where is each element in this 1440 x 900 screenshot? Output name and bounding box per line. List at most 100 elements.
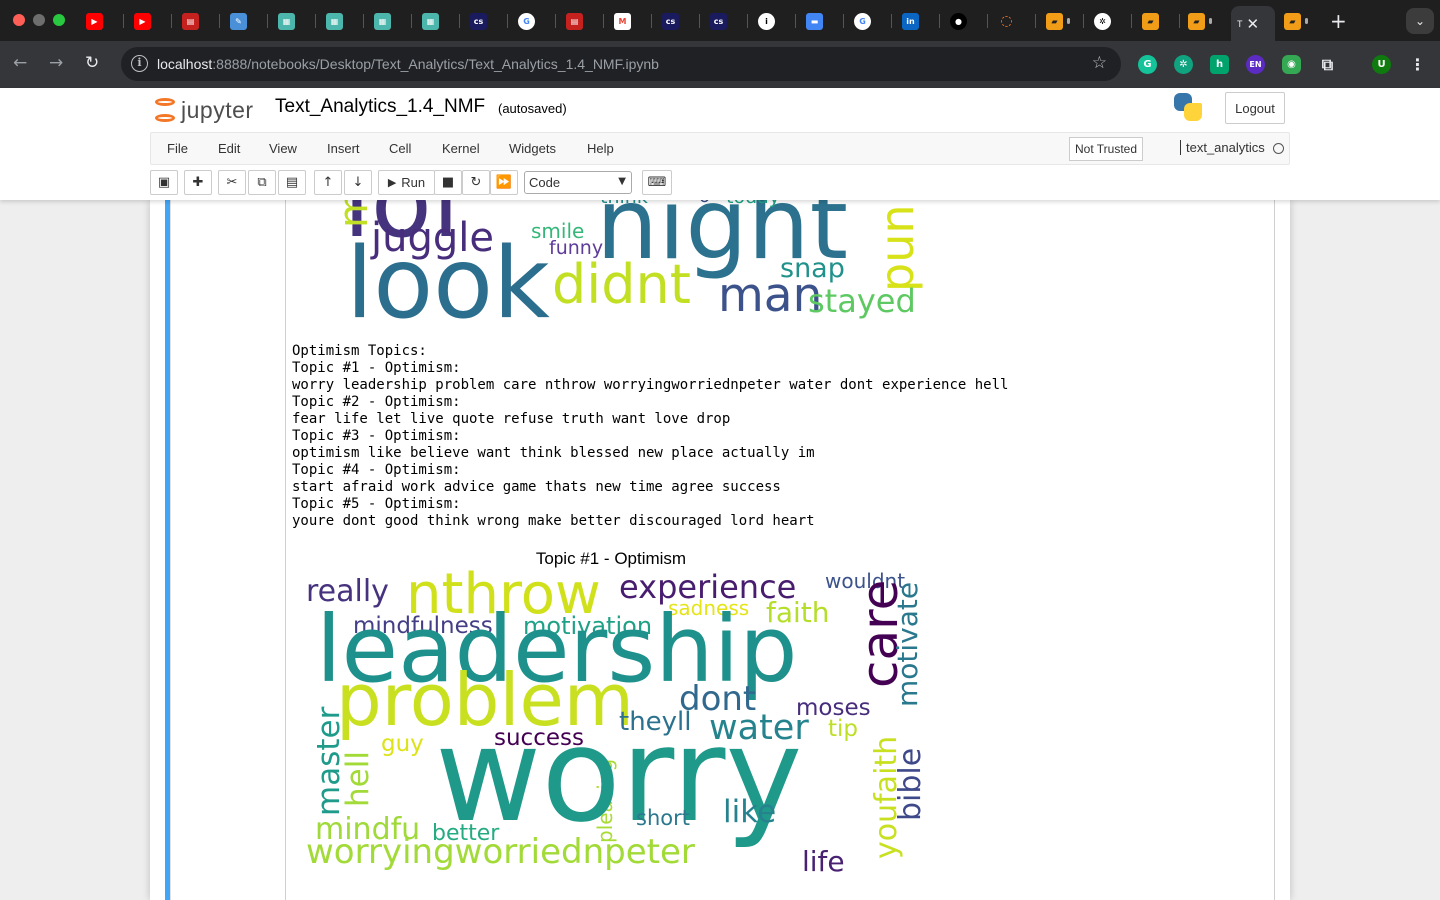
address-bar[interactable]: i localhost:8888/notebooks/Desktop/Text_… (121, 47, 1121, 81)
trust-status-button[interactable]: Not Trusted (1069, 137, 1144, 161)
tab-youtube-1[interactable]: ▶ (80, 8, 126, 34)
menu-kernel[interactable]: Kernel (442, 141, 480, 156)
gamepad-extension-icon[interactable]: ◉ (1282, 55, 1301, 74)
browser-tab-strip: ▶ ▶ ▤ ✎ ▦ ▦ ▦ ▦ cs G ▤ M cs cs i ▬ G in … (0, 0, 1440, 41)
tab-cs-2[interactable]: cs (656, 8, 702, 34)
menu-insert[interactable]: Insert (327, 141, 360, 156)
tab-qr-2[interactable]: ▦ (320, 8, 366, 34)
tab-active[interactable]: T ✕ (1231, 6, 1275, 41)
tab-cs-1[interactable]: cs (464, 8, 510, 34)
h-extension-icon[interactable]: h (1210, 55, 1229, 74)
url-text[interactable]: localhost:8888/notebooks/Desktop/Text_An… (157, 56, 659, 72)
tab-linkedin[interactable]: in (896, 8, 942, 34)
menu-cell[interactable]: Cell (389, 141, 411, 156)
jupyter-brand-text: jupyter (181, 96, 254, 123)
tab-qr-1[interactable]: ▦ (272, 8, 318, 34)
save-icon[interactable]: ▣ (150, 170, 178, 195)
copy-icon[interactable]: ⧉ (248, 170, 276, 195)
tab-notebook-3[interactable]: ▰ (1182, 8, 1228, 34)
kernel-idle-indicator-icon (1273, 143, 1284, 154)
tab-paint[interactable]: ✎ (224, 8, 270, 34)
move-down-icon[interactable]: ↓ (344, 170, 372, 195)
cell-type-select[interactable]: Code ▼ (524, 171, 632, 194)
menu-view[interactable]: View (269, 141, 297, 156)
run-button[interactable]: ▶ Run (378, 170, 435, 195)
tab-notebook-1[interactable]: ▰ (1040, 8, 1086, 34)
tab-pdf-2[interactable]: ▤ (560, 8, 606, 34)
bookmark-star-icon[interactable]: ☆ (1092, 53, 1107, 73)
wordcloud-word: life (802, 845, 845, 878)
cut-icon[interactable]: ✂ (218, 170, 246, 195)
tab-search-chevron-icon[interactable]: ⌄ (1406, 8, 1434, 34)
restart-run-all-icon[interactable]: ⏩ (490, 170, 518, 195)
tab-pdf-1[interactable]: ▤ (176, 8, 222, 34)
tab-google-1[interactable]: G (512, 8, 558, 34)
reload-icon[interactable]: ↻ (85, 53, 99, 73)
chatgpt-extension-icon[interactable]: ✲ (1174, 55, 1193, 74)
restart-icon[interactable]: ↻ (462, 170, 490, 195)
tab-github[interactable]: ● (944, 8, 990, 34)
insert-cell-icon[interactable]: ✚ (184, 170, 212, 195)
tab-cs-3[interactable]: cs (704, 8, 750, 34)
menu-help[interactable]: Help (587, 141, 614, 156)
jupyter-header: jupyter Text_Analytics_1.4_NMF (autosave… (0, 88, 1440, 200)
jupyter-logo[interactable]: jupyter (153, 93, 254, 127)
tab-notebook-2[interactable]: ▰ (1136, 8, 1182, 34)
cell-type-value: Code (529, 175, 561, 190)
tab-youtube-2[interactable]: ▶ (128, 8, 174, 34)
wordcloud-title: Topic #1 - Optimism (535, 549, 687, 568)
tab-openai[interactable]: ✲ (1088, 8, 1134, 34)
tab-info[interactable]: i (752, 8, 798, 34)
tab-docs[interactable]: ▬ (800, 8, 846, 34)
wordcloud-word: short (636, 806, 690, 830)
keyboard-shortcuts-icon[interactable]: ⌨ (642, 170, 672, 195)
move-up-icon[interactable]: ↑ (314, 170, 342, 195)
menu-edit[interactable]: Edit (218, 141, 240, 156)
pdf-icon: ▤ (566, 12, 583, 30)
tab-notebook-4[interactable]: ▰ (1278, 8, 1324, 34)
grammarly-icon[interactable]: G (1138, 55, 1157, 74)
notebook-container: lol night think o today m juggle smile f… (150, 200, 1290, 900)
window-minimize-button[interactable] (33, 14, 45, 26)
wordcloud-word: like (723, 794, 777, 830)
qr-icon: ▦ (326, 12, 343, 30)
puzzle-extensions-icon[interactable]: ⧉ (1318, 55, 1337, 74)
tab-qr-4[interactable]: ▦ (416, 8, 462, 34)
wordcloud-word: hell (340, 751, 376, 807)
more-menu-icon[interactable]: ⋮ (1408, 55, 1427, 74)
output-line: youre dont good think wrong make better … (292, 513, 815, 529)
back-arrow-icon[interactable]: ← (13, 53, 27, 73)
output-line: Topic #1 - Optimism: (292, 360, 461, 376)
active-tab-title: T (1237, 18, 1243, 29)
wordcloud-top: lol night think o today m juggle smile f… (306, 200, 946, 325)
stop-icon[interactable]: ■ (434, 170, 462, 195)
cs-icon: cs (470, 12, 487, 30)
new-tab-button[interactable]: + (1330, 9, 1347, 33)
notebook-name[interactable]: Text_Analytics_1.4_NMF (275, 96, 485, 118)
menu-file[interactable]: File (167, 141, 188, 156)
wordcloud-word: stayed (808, 282, 916, 320)
en-extension-icon[interactable]: EN (1246, 55, 1265, 74)
wordcloud-word: m (331, 200, 377, 228)
youtube-icon: ▶ (134, 12, 151, 30)
logout-button[interactable]: Logout (1225, 92, 1285, 124)
tab-google-2[interactable]: G (848, 8, 894, 34)
stdout-text: Optimism Topics: Topic #1 - Optimism: worr… (292, 343, 1008, 530)
paste-icon[interactable]: ▤ (278, 170, 306, 195)
wordcloud-word: guy (381, 731, 424, 757)
close-tab-icon[interactable]: ✕ (1247, 15, 1260, 33)
site-info-icon[interactable]: i (131, 55, 148, 72)
profile-avatar[interactable]: U (1372, 55, 1391, 74)
github-icon: ● (950, 12, 967, 30)
forward-arrow-icon[interactable]: → (49, 53, 63, 73)
menu-widgets[interactable]: Widgets (509, 141, 556, 156)
kernel-name[interactable]: text_analytics (1180, 140, 1265, 155)
tab-jupyter[interactable]: ◌ (992, 8, 1038, 34)
window-close-button[interactable] (13, 14, 25, 26)
cell-border (170, 200, 171, 900)
tab-gmail[interactable]: M (608, 8, 654, 34)
output-line: Topic #3 - Optimism: (292, 428, 461, 444)
window-zoom-button[interactable] (53, 14, 65, 26)
tab-qr-3[interactable]: ▦ (368, 8, 414, 34)
run-label: Run (401, 175, 426, 190)
